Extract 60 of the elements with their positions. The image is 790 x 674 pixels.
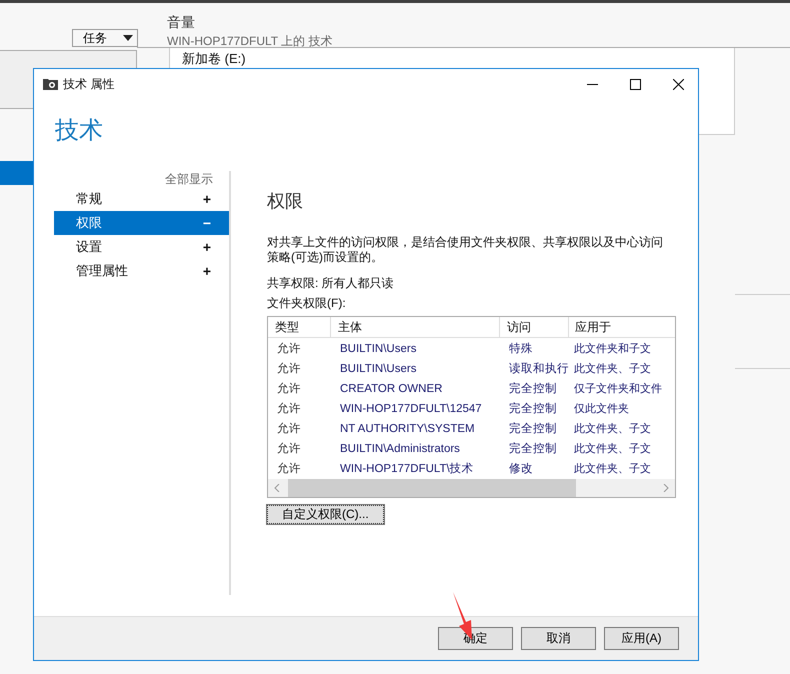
table-cell-text: 允许 bbox=[276, 442, 302, 457]
table-cell-text: 允许 bbox=[276, 382, 302, 397]
table-cell-text: 允许 bbox=[276, 422, 302, 437]
nav-item[interactable]: 管理属性 + bbox=[54, 259, 229, 283]
scroll-left-icon[interactable] bbox=[274, 484, 280, 492]
share-permissions-text: 共享权限: 所有人都只读 bbox=[267, 275, 395, 292]
arrow-annotation bbox=[452, 592, 474, 642]
table-cell-text: 此文件夹和子文 bbox=[573, 342, 652, 357]
table-cell-text: 允许 bbox=[276, 462, 302, 477]
dialog-heading: 技术 bbox=[54, 116, 104, 146]
volume-name: 新加卷 (E:) bbox=[182, 51, 246, 66]
maximize-icon[interactable] bbox=[630, 78, 641, 90]
table-cell-text: 仅子文件夹和文件 bbox=[573, 382, 663, 397]
folder-permissions-label: 文件夹权限(F): bbox=[267, 295, 347, 312]
table-cell-text: 读取和执行 bbox=[508, 362, 569, 377]
dialog-button[interactable]: 取消 bbox=[521, 627, 596, 650]
table-cell-text: 此文件夹、子文 bbox=[573, 442, 652, 457]
table-cell-text: 完全控制 bbox=[508, 441, 558, 457]
table-cell-text: CREATOR OWNER bbox=[339, 382, 444, 397]
table-cell-text: WIN-HOP177DFULT\技术 bbox=[339, 462, 475, 477]
table-cell-text: 修改 bbox=[508, 462, 534, 477]
description-text: 对共享上文件的访问权限，是结合使用文件夹权限、共享权限以及中心访问策略(可选)而设置的。 bbox=[267, 235, 664, 265]
selected-item-strip bbox=[0, 161, 34, 185]
page-subtitle: WIN-HOP177DFULT 上的 技术 bbox=[167, 33, 333, 50]
column-header[interactable]: 类型 bbox=[268, 317, 331, 337]
section-title: 权限 bbox=[267, 190, 304, 213]
column-header[interactable]: 主体 bbox=[331, 317, 500, 337]
table-cell-text: BUILTIN\Administrators bbox=[339, 442, 461, 457]
table-cell-text: BUILTIN\Users bbox=[339, 342, 418, 357]
nav-item[interactable]: 设置 + bbox=[54, 235, 229, 259]
dialog-button[interactable]: 应用(A) bbox=[604, 627, 679, 650]
table-cell-text: 特殊 bbox=[508, 342, 534, 357]
nav-item[interactable]: 权限 − bbox=[54, 211, 229, 235]
window-title: 技术 属性 bbox=[63, 76, 114, 92]
table-cell-text: 完全控制 bbox=[508, 421, 558, 437]
scroll-right-icon[interactable] bbox=[663, 484, 669, 492]
tasks-dropdown[interactable]: 任务 bbox=[72, 29, 138, 47]
shared-folder-icon bbox=[43, 78, 58, 90]
scrollbar-thumb[interactable] bbox=[288, 479, 576, 497]
table-cell-text: 此文件夹、子文 bbox=[573, 462, 652, 477]
table-cell-text: 完全控制 bbox=[508, 401, 558, 417]
table-cell-text: WIN-HOP177DFULT\12547 bbox=[339, 402, 483, 417]
table-cell-text: 此文件夹、子文 bbox=[573, 422, 652, 437]
column-header[interactable]: 应用于 bbox=[569, 317, 673, 337]
table-cell-text: 允许 bbox=[276, 362, 302, 377]
nav-item[interactable]: 常规 + bbox=[54, 187, 229, 211]
page-title: 音量 bbox=[167, 14, 196, 32]
caret-icon bbox=[123, 35, 133, 41]
table-cell-text: 此文件夹、子文 bbox=[573, 362, 652, 377]
table-cell-text: BUILTIN\Users bbox=[339, 362, 418, 377]
custom-permissions-button[interactable]: 自定义权限(C)... bbox=[267, 505, 384, 524]
table-cell-text: 允许 bbox=[276, 402, 302, 417]
table-cell-text: NT AUTHORITY\SYSTEM bbox=[339, 422, 476, 437]
close-icon[interactable] bbox=[673, 78, 684, 90]
column-header[interactable]: 访问 bbox=[500, 317, 569, 337]
table-cell-text: 仅此文件夹 bbox=[573, 402, 630, 417]
table-cell-text: 允许 bbox=[276, 342, 302, 357]
show-all-link[interactable]: 全部显示 bbox=[165, 171, 213, 187]
table-cell-text: 完全控制 bbox=[508, 381, 558, 397]
horizontal-scrollbar[interactable] bbox=[268, 479, 675, 497]
